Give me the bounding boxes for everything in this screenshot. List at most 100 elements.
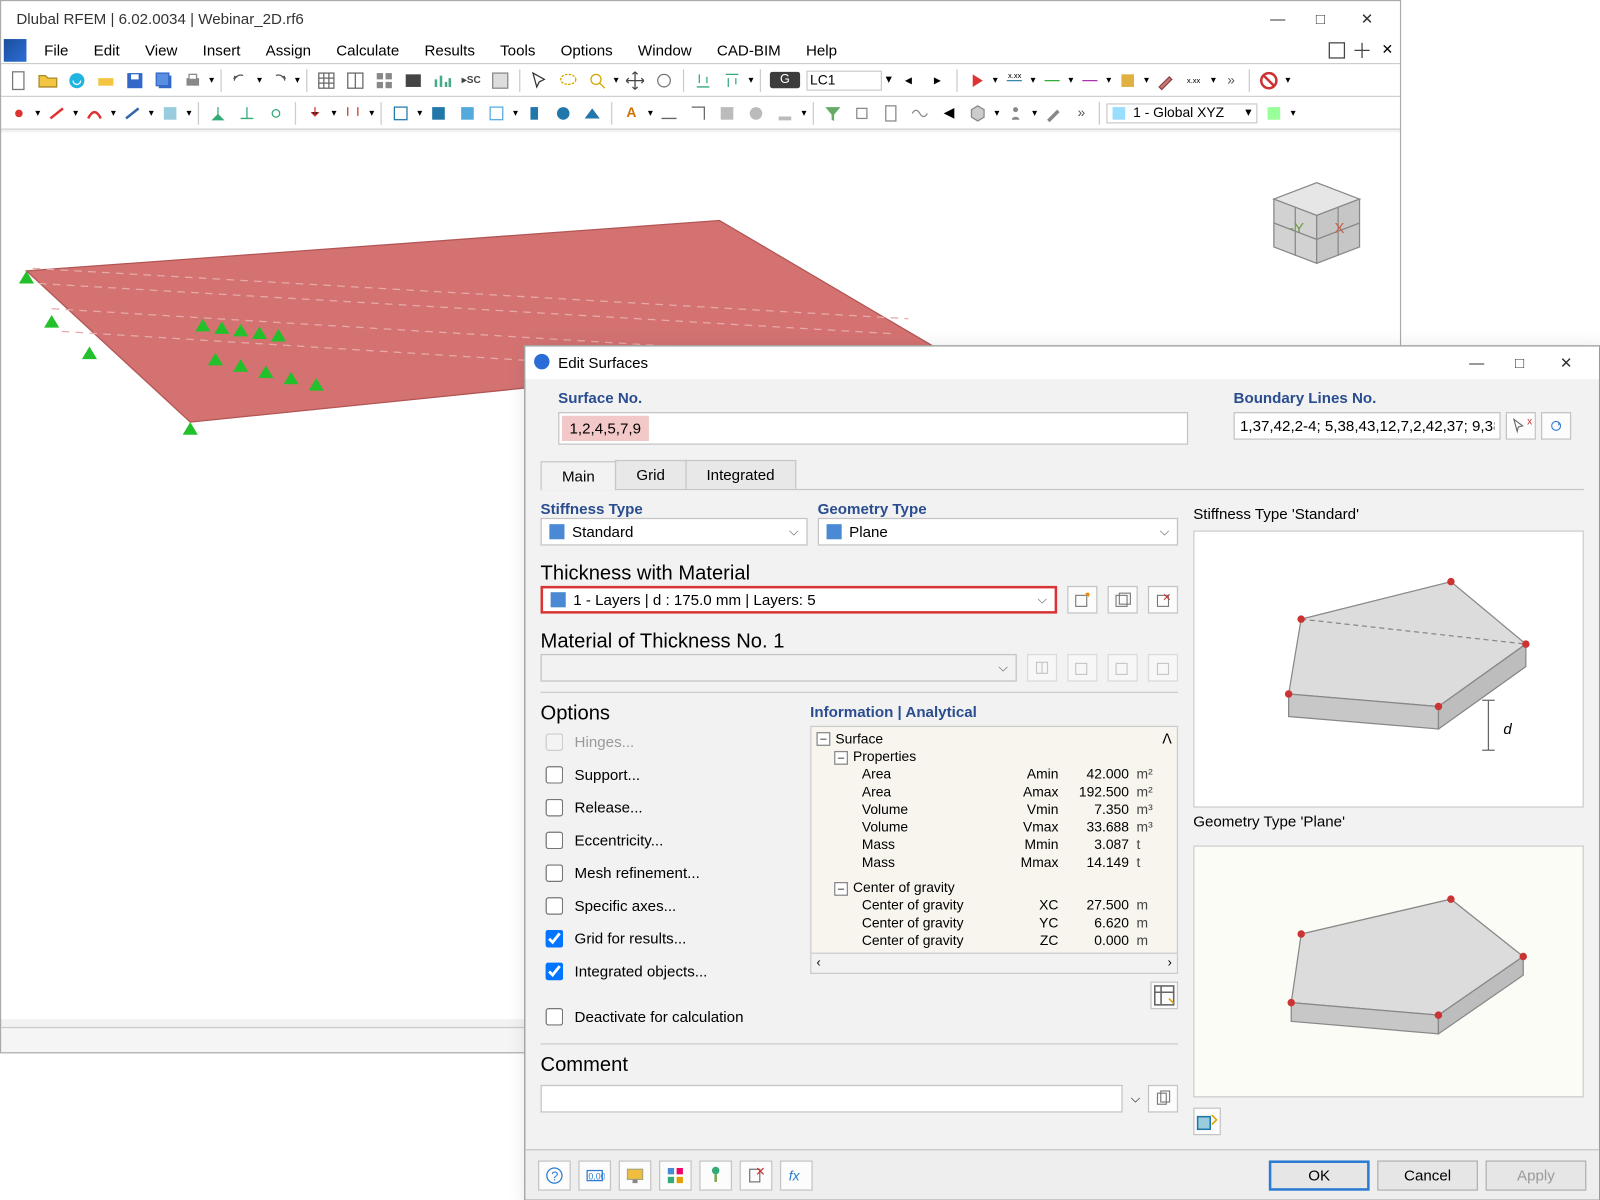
thickness-del-icon[interactable] — [1148, 586, 1178, 614]
surface-icon[interactable] — [158, 100, 183, 125]
open-file-icon[interactable] — [35, 67, 60, 92]
hinge-icon[interactable] — [263, 100, 288, 125]
table2-icon[interactable] — [343, 67, 368, 92]
toolbar2-more[interactable]: » — [1070, 105, 1093, 120]
delete-option-icon[interactable] — [740, 1160, 773, 1190]
text-icon[interactable]: A — [619, 100, 644, 125]
menubar-close-icon[interactable]: ✕ — [1375, 37, 1400, 62]
menu-view[interactable]: View — [132, 38, 190, 61]
opt-support[interactable]: Support... — [541, 759, 793, 792]
app-menu-icon[interactable] — [4, 38, 27, 61]
menu-results[interactable]: Results — [412, 38, 488, 61]
paint-icon[interactable] — [1115, 67, 1140, 92]
dim-x-icon[interactable]: x.xx — [1002, 67, 1027, 92]
dialog-title-bar[interactable]: Edit Surfaces ― □ ✕ — [525, 347, 1599, 380]
reload-icon[interactable] — [64, 67, 89, 92]
arc-icon[interactable] — [82, 100, 107, 125]
tab-main[interactable]: Main — [541, 461, 617, 490]
filter-icon[interactable] — [820, 100, 845, 125]
sect6-icon[interactable] — [551, 100, 576, 125]
geometry-type-select[interactable]: Plane⌵ — [818, 518, 1178, 546]
arrow-left-icon[interactable]: ◀ — [936, 100, 961, 125]
dim2-icon[interactable] — [657, 100, 682, 125]
dim-y-icon[interactable] — [1039, 67, 1064, 92]
load2-icon[interactable] — [340, 100, 365, 125]
tool-misc-1[interactable] — [93, 67, 118, 92]
tab-integrated[interactable]: Integrated — [685, 460, 796, 489]
dialog-minimize-button[interactable]: ― — [1455, 349, 1498, 377]
cancel-button[interactable]: Cancel — [1377, 1160, 1478, 1190]
person-icon[interactable] — [1003, 100, 1028, 125]
align-icon[interactable] — [691, 67, 716, 92]
view-cube[interactable]: -Y X — [1249, 155, 1375, 281]
menu-assign[interactable]: Assign — [253, 38, 324, 61]
menu-calculate[interactable]: Calculate — [324, 38, 412, 61]
tool-misc-2[interactable] — [488, 67, 513, 92]
sect1-icon[interactable] — [388, 100, 413, 125]
opt-integrated[interactable]: Integrated objects... — [541, 955, 793, 988]
stiffness-type-select[interactable]: Standard⌵ — [541, 518, 808, 546]
surface-no-field[interactable]: 1,2,4,5,7,9 — [562, 416, 649, 441]
comment-copy-icon[interactable] — [1148, 1085, 1178, 1113]
colors-icon[interactable] — [659, 1160, 692, 1190]
opt-grid-results[interactable]: Grid for results... — [541, 922, 793, 955]
menubar-tool-1[interactable] — [1324, 37, 1349, 62]
sect-view2-icon[interactable] — [878, 100, 903, 125]
sc-icon[interactable]: ▸SC — [459, 67, 484, 92]
align2-icon[interactable] — [720, 67, 745, 92]
search-icon[interactable] — [585, 67, 610, 92]
sect5-icon[interactable] — [522, 100, 547, 125]
ok-button[interactable]: OK — [1269, 1160, 1370, 1190]
menu-help[interactable]: Help — [793, 38, 849, 61]
opt-deactivate[interactable]: Deactivate for calculation — [541, 1000, 793, 1033]
thickness-select[interactable]: 1 - Layers | d : 175.0 mm | Layers: 5⌵ — [541, 586, 1058, 614]
undo-icon[interactable] — [228, 67, 253, 92]
lc-next-icon[interactable]: ▸ — [925, 67, 950, 92]
comment-field[interactable] — [541, 1085, 1124, 1113]
display-icon[interactable] — [619, 1160, 652, 1190]
save-icon[interactable] — [122, 67, 147, 92]
sect3-icon[interactable] — [455, 100, 480, 125]
pen-icon[interactable] — [1041, 100, 1066, 125]
run-calc-icon[interactable] — [964, 67, 989, 92]
tool-misc-3[interactable] — [651, 67, 676, 92]
boundary-lines-field[interactable] — [1234, 412, 1501, 440]
wave-icon[interactable] — [907, 100, 932, 125]
tree-icon[interactable] — [699, 1160, 732, 1190]
grid-icon[interactable] — [372, 67, 397, 92]
toolbar1-more[interactable]: » — [1220, 72, 1243, 87]
sect2-icon[interactable] — [426, 100, 451, 125]
scale-icon[interactable] — [686, 100, 711, 125]
opt-eccentricity[interactable]: Eccentricity... — [541, 824, 793, 857]
disable-icon[interactable] — [1256, 67, 1281, 92]
menu-tools[interactable]: Tools — [488, 38, 548, 61]
info-tree[interactable]: –Surfaceᐱ –Properties AreaAmin42.000m² A… — [810, 726, 1178, 954]
info-table-icon[interactable] — [1150, 982, 1178, 1010]
save-all-icon[interactable] — [151, 67, 176, 92]
info-scroll[interactable]: ‹› — [810, 954, 1178, 974]
opt-release[interactable]: Release... — [541, 791, 793, 824]
support2-icon[interactable] — [234, 100, 259, 125]
title-bar[interactable]: Dlubal RFEM | 6.02.0034 | Webinar_2D.rf6… — [1, 1, 1400, 36]
chart-icon[interactable] — [430, 67, 455, 92]
maximize-button[interactable]: □ — [1299, 5, 1342, 33]
support-icon[interactable] — [205, 100, 230, 125]
print-icon[interactable] — [180, 67, 205, 92]
menu-file[interactable]: File — [32, 38, 82, 61]
table-icon[interactable] — [314, 67, 339, 92]
boundary-loop-icon[interactable] — [1541, 412, 1571, 440]
console-icon[interactable] — [401, 67, 426, 92]
menu-insert[interactable]: Insert — [190, 38, 253, 61]
misc-b-icon[interactable] — [744, 100, 769, 125]
boundary-pick-icon[interactable]: x — [1506, 412, 1536, 440]
sect4-icon[interactable] — [484, 100, 509, 125]
coord-btn-icon[interactable] — [1262, 100, 1287, 125]
redo-icon[interactable] — [266, 67, 291, 92]
preview-swap-icon[interactable] — [1193, 1108, 1221, 1136]
lc-prev-icon[interactable]: ◂ — [896, 67, 921, 92]
misc-c-icon[interactable] — [773, 100, 798, 125]
loadcase-select[interactable] — [806, 70, 882, 90]
minimize-button[interactable]: ― — [1256, 5, 1299, 33]
dim-extra-icon[interactable]: x.xx — [1182, 67, 1207, 92]
lasso-icon[interactable] — [556, 67, 581, 92]
